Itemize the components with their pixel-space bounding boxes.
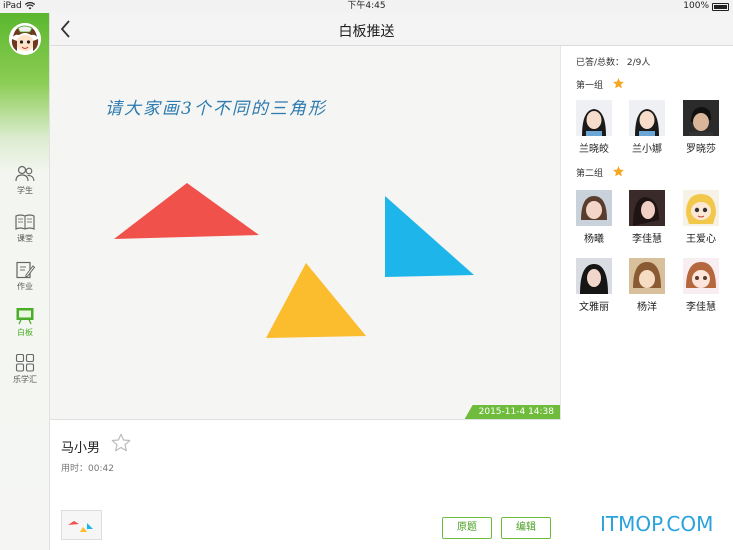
sidebar-item-classroom[interactable]: 课堂: [0, 213, 50, 244]
student-name: 文雅丽: [579, 302, 609, 313]
student-photo-icon: [683, 190, 719, 226]
sidebar-item-label: 课堂: [17, 234, 33, 243]
battery-percent: 100%: [683, 1, 709, 11]
student-name: 罗晓莎: [686, 144, 716, 155]
student-name: 兰小娜: [632, 144, 662, 155]
student-photo-icon: [576, 258, 612, 294]
avatar-cartoon-icon: [9, 23, 41, 55]
student-name: 杨洋: [637, 302, 657, 313]
student-card[interactable]: 杨洋: [622, 258, 672, 313]
watermark-logo: ITMOP.COM: [600, 512, 714, 536]
answer-count: 已答/总数： 2/9人: [576, 58, 651, 68]
student-card[interactable]: 李佳慧: [676, 258, 726, 313]
sidebar-item-label: 乐学汇: [13, 375, 37, 384]
drawing-thumbnail[interactable]: [61, 510, 102, 540]
student-avatar: [629, 190, 665, 226]
drawing-layer: [114, 183, 474, 338]
status-bar: iPad 下午4:45 100%: [0, 0, 733, 13]
student-card[interactable]: 兰晓皎: [569, 100, 619, 155]
time-used: 用时：00:42: [61, 464, 114, 474]
student-avatar: [629, 100, 665, 136]
original-question-button[interactable]: 原题: [442, 517, 492, 539]
student-photo-icon: [629, 100, 665, 136]
sidebar-item-label: 学生: [17, 186, 33, 195]
clock: 下午4:45: [347, 1, 386, 11]
yellow-triangle-fill: [266, 263, 366, 338]
student-photo-icon: [629, 190, 665, 226]
student-photo-icon: [576, 190, 612, 226]
student-avatar: [576, 190, 612, 226]
red-triangle: [114, 183, 259, 239]
book-icon: [15, 214, 35, 230]
group-title: 第二组: [576, 165, 625, 179]
user-avatar[interactable]: [9, 23, 41, 55]
student-info-panel: 马小男 用时：00:42 原题 编辑: [50, 419, 561, 550]
homework-icon: [16, 261, 35, 279]
sidebar-item-label: 白板: [17, 328, 33, 337]
battery-icon: [712, 3, 729, 11]
whiteboard-canvas[interactable]: 请大家画3个不同的三角形 2015-11-4 14:38: [50, 46, 561, 419]
student-name: 李佳慧: [632, 234, 662, 245]
student-avatar: [629, 258, 665, 294]
student-photo-icon: [576, 100, 612, 136]
submission-date-tag: 2015-11-4 14:38: [464, 405, 560, 419]
whiteboard-icon: [16, 308, 34, 325]
top-header: 白板推送: [50, 13, 733, 46]
student-name: 李佳慧: [686, 302, 716, 313]
student-name: 马小男: [61, 441, 101, 456]
student-card[interactable]: 杨曦: [569, 190, 619, 245]
sidebar-item-label: 作业: [17, 282, 33, 291]
student-card[interactable]: 王爱心: [676, 190, 726, 245]
student-avatar: [683, 190, 719, 226]
sidebar-item-homework[interactable]: 作业: [0, 261, 50, 292]
edit-button[interactable]: 编辑: [501, 517, 551, 539]
page-title: 白板推送: [338, 24, 395, 40]
student-card[interactable]: 李佳慧: [622, 190, 672, 245]
group-title: 第一组: [576, 77, 625, 91]
sidebar-item-students[interactable]: 学生: [0, 165, 50, 196]
students-icon: [15, 165, 35, 182]
student-panel: 已答/总数： 2/9人 第一组 兰晓皎 兰小娜 罗晓莎 第二组 杨曦 李佳慧 王…: [562, 46, 733, 550]
student-card[interactable]: 文雅丽: [569, 258, 619, 313]
student-avatar: [576, 100, 612, 136]
favorite-star-icon[interactable]: [110, 432, 132, 454]
student-photo-icon: [683, 100, 719, 136]
student-name: 王爱心: [686, 234, 716, 245]
student-card[interactable]: 兰小娜: [622, 100, 672, 155]
student-avatar: [683, 100, 719, 136]
thumbnail-preview-icon: [68, 521, 93, 532]
student-name: 兰晓皎: [579, 144, 609, 155]
sidebar-item-whiteboard[interactable]: 白板: [0, 307, 50, 338]
student-card[interactable]: 罗晓莎: [676, 100, 726, 155]
student-avatar: [683, 258, 719, 294]
student-photo-icon: [629, 258, 665, 294]
sidebar: 学生 课堂 作业 白板 乐学汇: [0, 13, 50, 550]
student-photo-icon: [683, 258, 719, 294]
group-name: 第一组: [576, 81, 604, 91]
student-name: 杨曦: [584, 234, 604, 245]
star-icon: [612, 78, 624, 89]
grid-icon: [15, 354, 35, 372]
star-icon: [612, 166, 624, 177]
student-avatar: [576, 258, 612, 294]
sidebar-item-lexuehui[interactable]: 乐学汇: [0, 354, 50, 385]
blue-triangle: [385, 196, 474, 277]
group-name: 第二组: [576, 169, 604, 179]
